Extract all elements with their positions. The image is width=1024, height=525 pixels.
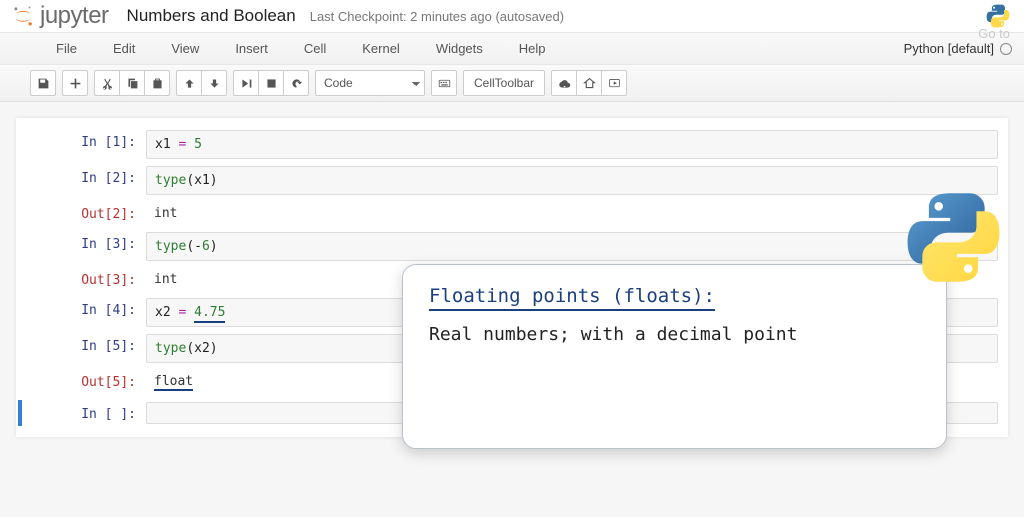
cut-button[interactable] [94, 70, 120, 96]
play-icon [608, 77, 621, 90]
scissors-icon [101, 77, 114, 90]
clipboard-group [94, 70, 170, 96]
menu-cell[interactable]: Cell [286, 37, 344, 60]
celltype-select[interactable]: Code [315, 70, 425, 96]
notebook-name[interactable]: Numbers and Boolean [127, 6, 296, 26]
menu-insert[interactable]: Insert [217, 37, 286, 60]
kernel-indicator[interactable]: Python [default] [904, 41, 1024, 56]
code-input[interactable]: type(-6) [146, 232, 998, 261]
plus-icon [69, 77, 82, 90]
restart-button[interactable] [283, 70, 309, 96]
home-icon [583, 77, 596, 90]
menu-file[interactable]: File [38, 37, 95, 60]
toolbar: Code CellToolbar [0, 65, 1024, 102]
save-icon [37, 77, 50, 90]
presenter-group [551, 70, 627, 96]
menu-widgets[interactable]: Widgets [418, 37, 501, 60]
move-down-button[interactable] [201, 70, 227, 96]
header-bar: jupyter Numbers and Boolean Last Checkpo… [0, 0, 1024, 32]
move-group [176, 70, 227, 96]
menu-view[interactable]: View [153, 37, 217, 60]
home-button[interactable] [576, 70, 602, 96]
copy-icon [126, 77, 139, 90]
present-button[interactable] [601, 70, 627, 96]
keyboard-icon [438, 77, 451, 90]
menu-edit[interactable]: Edit [95, 37, 153, 60]
kernel-name: Python [default] [904, 41, 994, 56]
python-logo-large [901, 185, 1006, 290]
step-forward-icon [240, 77, 253, 90]
arrow-up-icon [183, 77, 196, 90]
info-callout: Floating points (floats): Real numbers; … [402, 264, 947, 449]
refresh-icon [290, 77, 303, 90]
move-up-button[interactable] [176, 70, 202, 96]
menu-bar: File Edit View Insert Cell Kernel Widget… [0, 32, 1024, 65]
checkpoint-text: Last Checkpoint: 2 minutes ago (autosave… [310, 9, 564, 24]
jupyter-logo-text: jupyter [40, 2, 109, 30]
menu-kernel[interactable]: Kernel [344, 37, 418, 60]
in-prompt: In [2]: [26, 166, 146, 195]
cell-3[interactable]: In [3]: type(-6) [18, 230, 1006, 263]
in-prompt: In [3]: [26, 232, 146, 261]
callout-body: Real numbers; with a decimal point [429, 323, 920, 347]
code-input[interactable]: x1 = 5 [146, 130, 998, 159]
in-prompt: In [1]: [26, 130, 146, 159]
output: int [146, 202, 998, 225]
arrow-down-icon [208, 77, 221, 90]
save-button[interactable] [30, 70, 56, 96]
command-palette-button[interactable] [431, 70, 457, 96]
callout-title: Floating points (floats): [429, 285, 715, 311]
code-input[interactable]: type(x1) [146, 166, 998, 195]
out-prompt: Out[3]: [26, 268, 146, 291]
kernel-status-icon [1000, 43, 1012, 55]
cell-1[interactable]: In [1]: x1 = 5 [18, 128, 1006, 161]
interrupt-button[interactable] [258, 70, 284, 96]
add-cell-button[interactable] [62, 70, 88, 96]
goto-hint: Go to [978, 26, 1010, 41]
in-prompt: In [5]: [26, 334, 146, 363]
run-group [233, 70, 309, 96]
stop-icon [265, 77, 278, 90]
in-prompt: In [ ]: [26, 402, 146, 424]
out-prompt: Out[2]: [26, 202, 146, 225]
out-prompt: Out[5]: [26, 370, 146, 395]
paste-button[interactable] [144, 70, 170, 96]
paste-icon [151, 77, 164, 90]
run-step-button[interactable] [233, 70, 259, 96]
menu-help[interactable]: Help [501, 37, 564, 60]
cell-2[interactable]: In [2]: type(x1) [18, 164, 1006, 197]
celltoolbar-button[interactable]: CellToolbar [463, 70, 545, 96]
jupyter-icon [10, 3, 36, 29]
cell-2-out: Out[2]: int [18, 200, 1006, 227]
download-button[interactable] [551, 70, 577, 96]
in-prompt: In [4]: [26, 298, 146, 327]
copy-button[interactable] [119, 70, 145, 96]
jupyter-logo[interactable]: jupyter [10, 2, 109, 30]
cloud-download-icon [558, 77, 571, 90]
